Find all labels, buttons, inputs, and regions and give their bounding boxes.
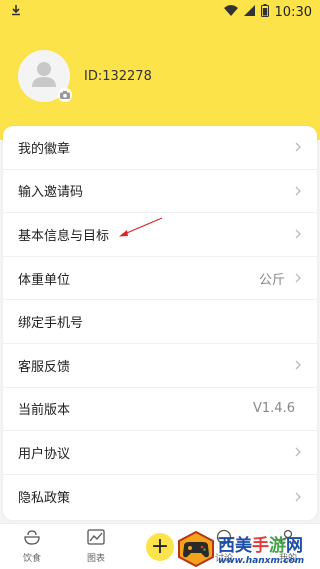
chart-icon bbox=[87, 529, 105, 549]
version-value: V1.4.6 bbox=[253, 401, 295, 417]
status-time: 10:30 bbox=[274, 4, 312, 20]
watermark-char: 美 bbox=[235, 536, 252, 556]
menu-item-label: 我的徽章 bbox=[18, 141, 71, 157]
settings-list: 我的徽章 输入邀请码 基本信息与目标 体重单位 公斤 绑定手机号 客服反馈 当前… bbox=[3, 126, 317, 520]
signal-icon bbox=[243, 4, 255, 20]
watermark: 西美手游网 www.hanxm.com bbox=[176, 528, 320, 569]
annotation-arrow-icon bbox=[118, 216, 164, 242]
menu-item-bind-phone[interactable]: 绑定手机号 bbox=[3, 300, 317, 344]
tab-diet-label: 饮食 bbox=[22, 554, 41, 564]
user-silhouette-icon bbox=[29, 59, 59, 93]
user-id: ID:132278 bbox=[84, 68, 152, 84]
menu-item-weight-unit[interactable]: 体重单位 公斤 bbox=[3, 257, 317, 301]
watermark-char: 西 bbox=[218, 536, 235, 556]
menu-item-label: 客服反馈 bbox=[18, 359, 71, 375]
watermark-char: 网 bbox=[286, 536, 303, 556]
avatar[interactable] bbox=[18, 50, 72, 102]
menu-item-label: 当前版本 bbox=[18, 403, 71, 419]
menu-item-label: 体重单位 bbox=[18, 272, 71, 288]
menu-item-feedback[interactable]: 客服反馈 bbox=[3, 344, 317, 388]
chevron-right-icon bbox=[293, 491, 303, 503]
menu-item-label: 输入邀请码 bbox=[18, 185, 84, 201]
chevron-right-icon bbox=[293, 185, 303, 197]
gamepad-logo-icon bbox=[176, 530, 216, 568]
bowl-icon bbox=[23, 529, 41, 549]
add-button[interactable]: + bbox=[146, 532, 174, 561]
battery-icon bbox=[260, 3, 269, 21]
menu-item-label: 隐私政策 bbox=[18, 491, 71, 507]
wifi-icon bbox=[223, 4, 238, 20]
menu-item-label: 用户协议 bbox=[18, 446, 71, 462]
chevron-right-icon bbox=[293, 228, 303, 240]
menu-item-version[interactable]: 当前版本 V1.4.6 bbox=[3, 388, 317, 432]
menu-item-user-agreement[interactable]: 用户协议 bbox=[3, 431, 317, 475]
chevron-right-icon bbox=[293, 141, 303, 153]
menu-item-invite-code[interactable]: 输入邀请码 bbox=[3, 170, 317, 214]
watermark-url: www.hanxm.com bbox=[218, 556, 305, 566]
tab-chart[interactable]: 图表 bbox=[71, 529, 121, 564]
menu-item-label: 绑定手机号 bbox=[18, 316, 84, 332]
watermark-char: 游 bbox=[269, 536, 286, 556]
tab-diet[interactable]: 饮食 bbox=[7, 529, 57, 564]
download-icon bbox=[10, 4, 22, 20]
chevron-right-icon bbox=[293, 272, 303, 284]
watermark-char: 手 bbox=[252, 536, 269, 556]
chevron-right-icon bbox=[293, 359, 303, 371]
chevron-right-icon bbox=[293, 446, 303, 458]
weight-unit-value: 公斤 bbox=[258, 272, 285, 288]
menu-item-badges[interactable]: 我的徽章 bbox=[3, 126, 317, 170]
menu-item-privacy-policy[interactable]: 隐私政策 bbox=[3, 475, 317, 519]
tab-chart-label: 图表 bbox=[86, 554, 105, 564]
status-bar: 10:30 bbox=[0, 0, 320, 24]
profile-header: ID:132278 bbox=[18, 50, 152, 102]
camera-icon[interactable] bbox=[58, 88, 72, 102]
